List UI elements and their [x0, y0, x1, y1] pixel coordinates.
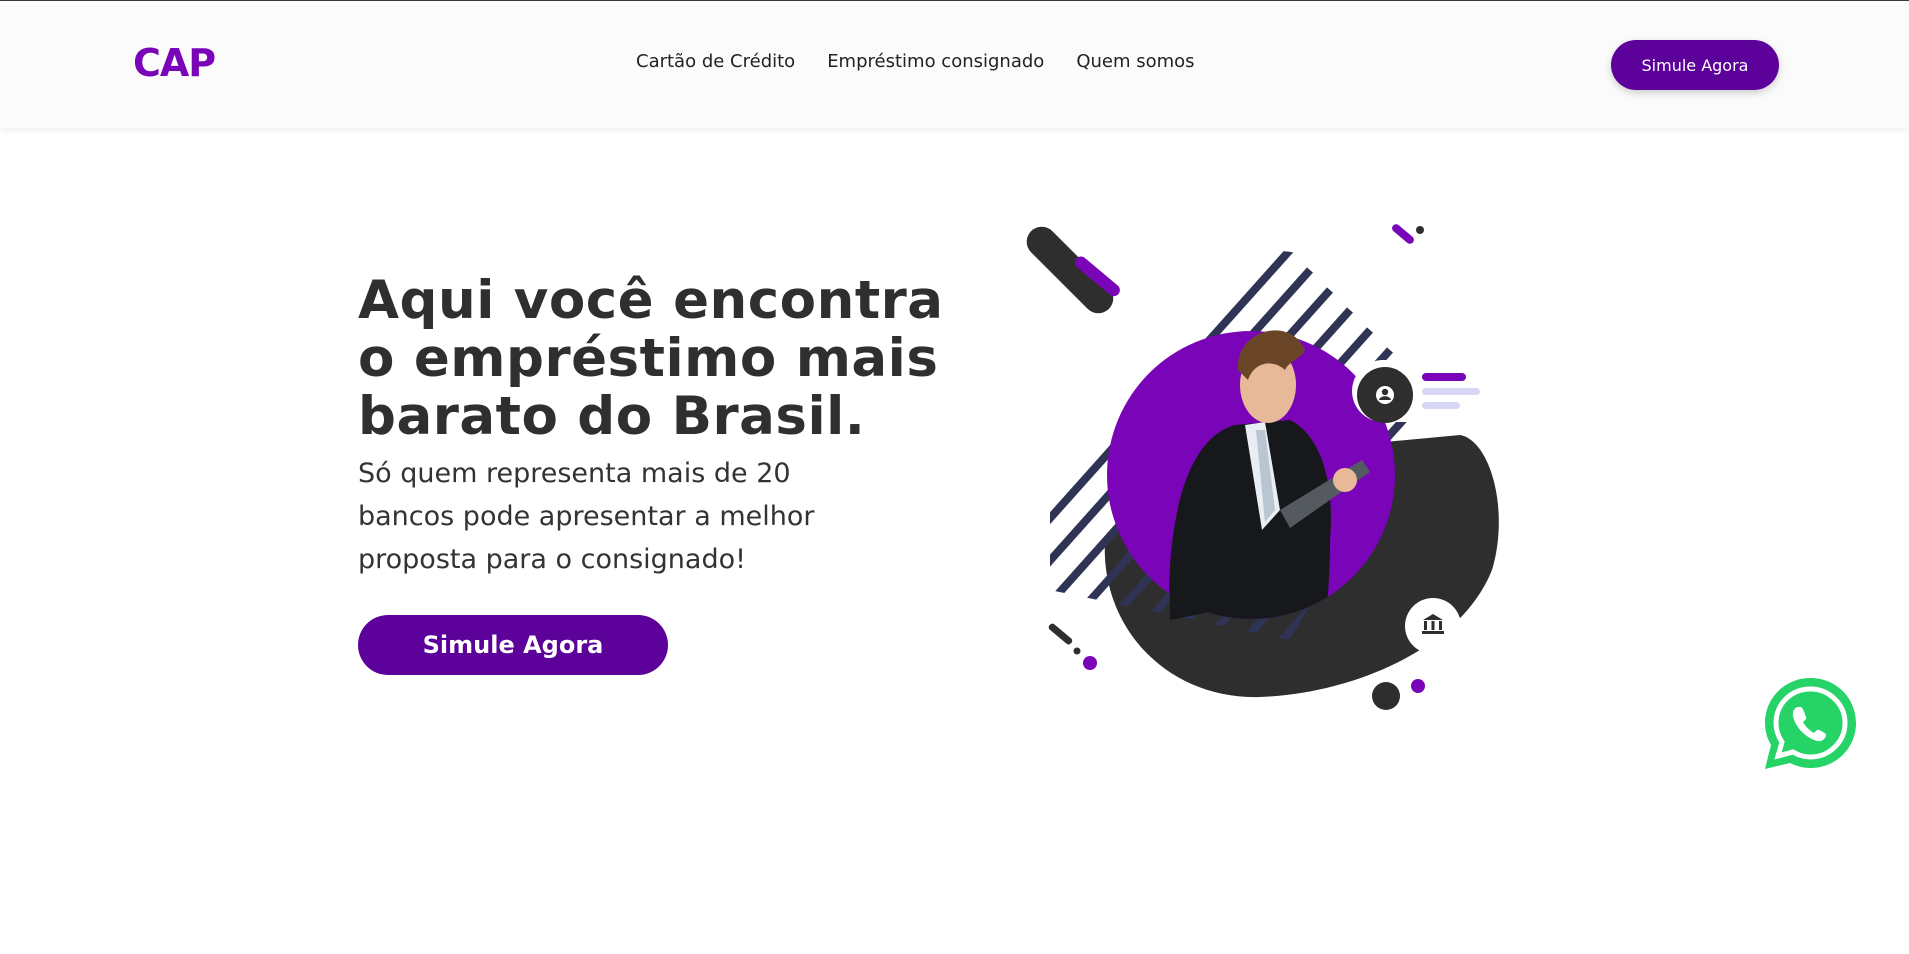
header-simulate-button[interactable]: Simule Agora	[1611, 40, 1779, 90]
nav-link-payroll-loan[interactable]: Empréstimo consignado	[827, 51, 1044, 72]
user-icon	[1376, 386, 1394, 404]
nav-link-about[interactable]: Quem somos	[1076, 51, 1194, 72]
hero-simulate-button[interactable]: Simule Agora	[358, 615, 668, 675]
site-header: CAP Cartão de Crédito Empréstimo consign…	[0, 1, 1909, 128]
whatsapp-icon	[1765, 678, 1856, 769]
hero-subtitle: Só quem representa mais de 20 bancos pod…	[358, 458, 815, 575]
dark-bar-shape	[1026, 226, 1114, 314]
bank-badge	[1405, 598, 1461, 654]
profile-badge	[1352, 360, 1492, 423]
main-nav: Cartão de Crédito Empréstimo consignado …	[636, 51, 1195, 72]
nav-link-credit-card[interactable]: Cartão de Crédito	[636, 51, 795, 72]
logo[interactable]: CAP	[133, 41, 216, 85]
whatsapp-float-button[interactable]	[1763, 676, 1858, 771]
hero-title: Aqui você encontra o empréstimo mais bar…	[358, 270, 944, 447]
hero-illustration	[990, 210, 1530, 720]
